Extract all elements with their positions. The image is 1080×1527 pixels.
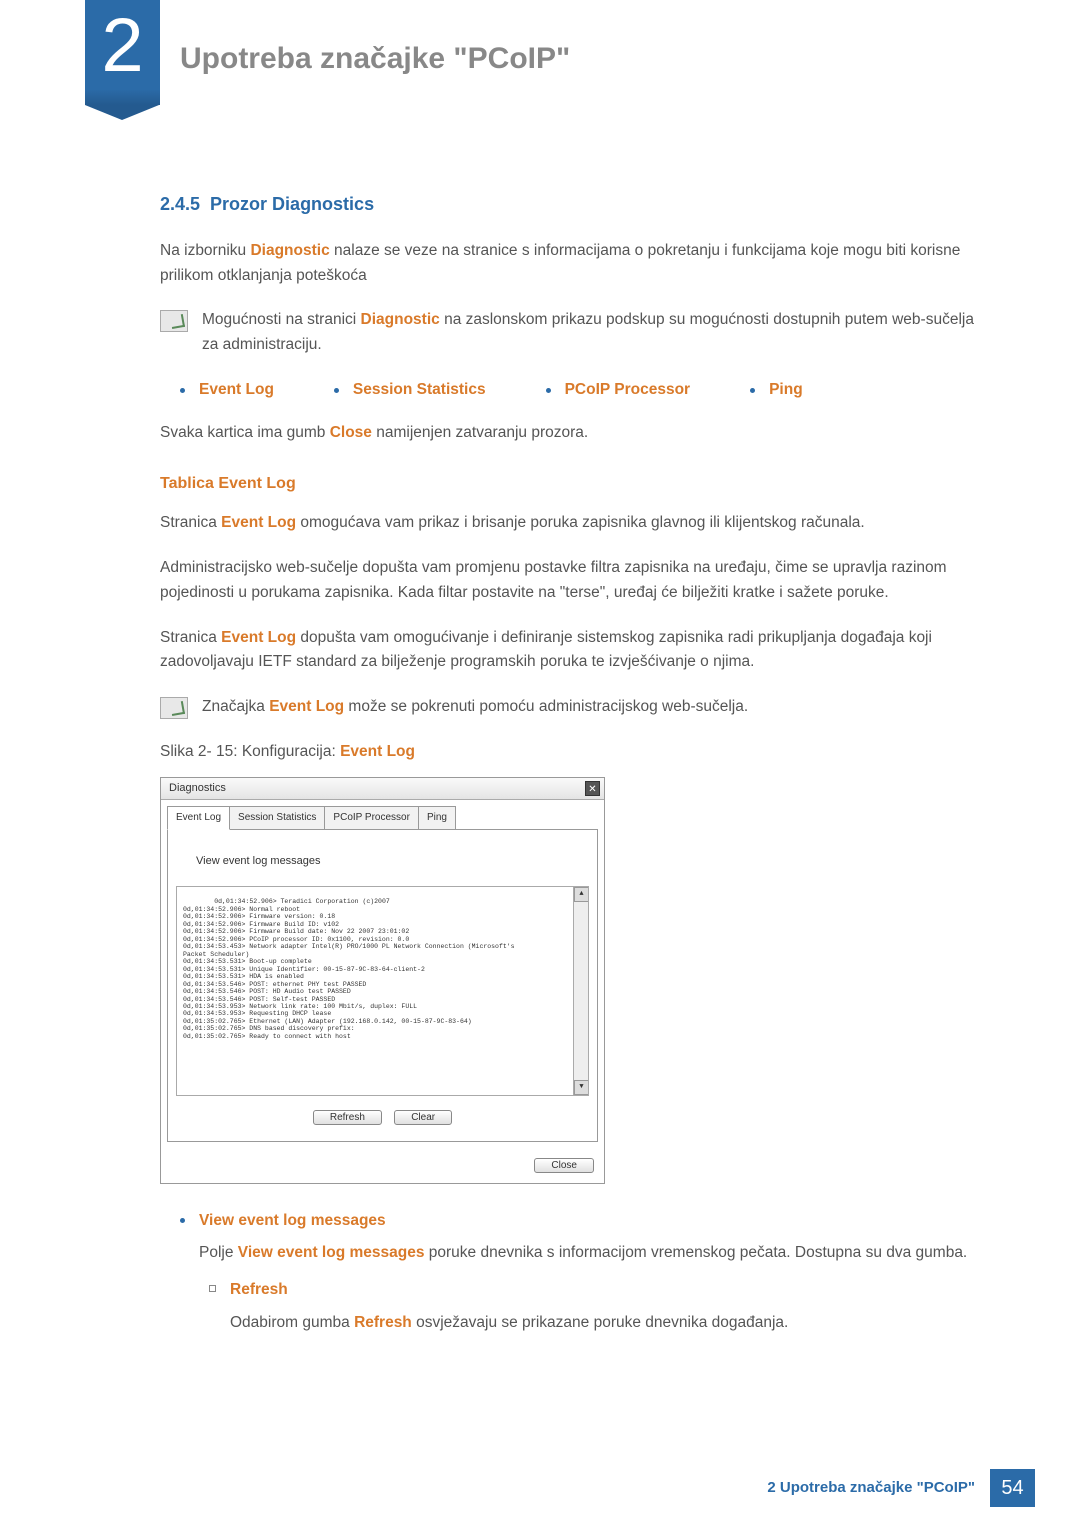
page-number: 54 <box>990 1469 1035 1507</box>
section-title: Prozor Diagnostics <box>210 194 374 214</box>
dot-icon <box>546 388 551 393</box>
diag-button-row: Refresh Clear <box>176 1096 589 1133</box>
close-button[interactable]: Close <box>534 1158 594 1173</box>
tab-ping[interactable]: Ping <box>418 806 456 830</box>
tab-event-log[interactable]: Event Log <box>167 806 230 830</box>
refresh-text: Odabirom gumba Refresh osvježavaju se pr… <box>230 1311 980 1336</box>
intro-paragraph: Na izborniku Diagnostic nalaze se veze n… <box>160 239 980 289</box>
chapter-badge: 2 <box>85 0 160 105</box>
diag-heading: View event log messages <box>176 838 589 886</box>
section-number: 2.4.5 <box>160 194 200 214</box>
velm-title: View event log messages <box>199 1209 980 1234</box>
bullet-session-stats: Session Statistics <box>334 378 486 403</box>
diag-title: Diagnostics <box>169 780 226 798</box>
diag-tabs: Event Log Session Statistics PCoIP Proce… <box>161 800 604 830</box>
footer-text: 2 Upotreba značajke "PCoIP" <box>767 1476 975 1500</box>
note-2: Značajka Event Log može se pokrenuti pom… <box>160 695 980 720</box>
tab-pcoip-processor[interactable]: PCoIP Processor <box>324 806 419 830</box>
dot-icon <box>750 388 755 393</box>
bullet-ping: Ping <box>750 378 803 403</box>
tablica-heading: Tablica Event Log <box>160 471 980 497</box>
diagnostics-window: Diagnostics ✕ Event Log Session Statisti… <box>160 777 605 1184</box>
chapter-number: 2 <box>101 8 143 84</box>
sub-bullet-list: View event log messages Polje View event… <box>160 1209 980 1358</box>
p2: Administracijsko web-sučelje dopušta vam… <box>160 556 980 606</box>
close-icon[interactable]: ✕ <box>585 781 600 796</box>
close-sentence: Svaka kartica ima gumb Close namijenjen … <box>160 421 980 446</box>
velm-text: Polje View event log messages poruke dne… <box>199 1241 980 1266</box>
bullet-pcoip-processor: PCoIP Processor <box>546 378 691 403</box>
p3: Stranica Event Log dopušta vam omogućiva… <box>160 626 980 676</box>
clear-button[interactable]: Clear <box>394 1110 452 1125</box>
note-icon <box>160 310 188 332</box>
sub-bullet-view-messages: View event log messages Polje View event… <box>180 1209 980 1358</box>
dot-icon <box>180 388 185 393</box>
diag-titlebar: Diagnostics ✕ <box>161 778 604 801</box>
dot-icon <box>180 1218 185 1223</box>
scroll-down-icon[interactable]: ▼ <box>574 1080 589 1095</box>
note-icon <box>160 697 188 719</box>
section-heading: 2.4.5 Prozor Diagnostics <box>160 190 980 219</box>
diagnostic-term: Diagnostic <box>250 242 329 259</box>
scrollbar[interactable]: ▲ ▼ <box>573 887 588 1095</box>
scroll-up-icon[interactable]: ▲ <box>574 887 589 902</box>
diag-tabcontent: View event log messages 0d,01:34:52.906>… <box>167 829 598 1141</box>
tabs-bullet-list: Event Log Session Statistics PCoIP Proce… <box>160 378 980 403</box>
diag-close-row: Close <box>161 1148 604 1183</box>
bullet-event-log: Event Log <box>180 378 274 403</box>
figure-label: Slika 2- 15: Konfiguracija: Event Log <box>160 740 980 765</box>
event-log-textarea[interactable]: 0d,01:34:52.906> Teradici Corporation (c… <box>176 886 589 1096</box>
main-content: 2.4.5 Prozor Diagnostics Na izborniku Dia… <box>160 190 980 1368</box>
sub-bullet-refresh: Refresh Odabirom gumba Refresh osvježava… <box>199 1278 980 1348</box>
refresh-button[interactable]: Refresh <box>313 1110 382 1125</box>
tab-session-statistics[interactable]: Session Statistics <box>229 806 325 830</box>
square-bullet-icon <box>209 1285 216 1292</box>
dot-icon <box>334 388 339 393</box>
note-1: Mogućnosti na stranici Diagnostic na zas… <box>160 308 980 358</box>
refresh-title: Refresh <box>230 1278 980 1303</box>
page-title: Upotreba značajke "PCoIP" <box>180 35 570 83</box>
footer: 2 Upotreba značajke "PCoIP" 54 <box>767 1469 1035 1507</box>
p1: Stranica Event Log omogućava vam prikaz … <box>160 511 980 536</box>
log-content: 0d,01:34:52.906> Teradici Corporation (c… <box>183 898 515 1039</box>
